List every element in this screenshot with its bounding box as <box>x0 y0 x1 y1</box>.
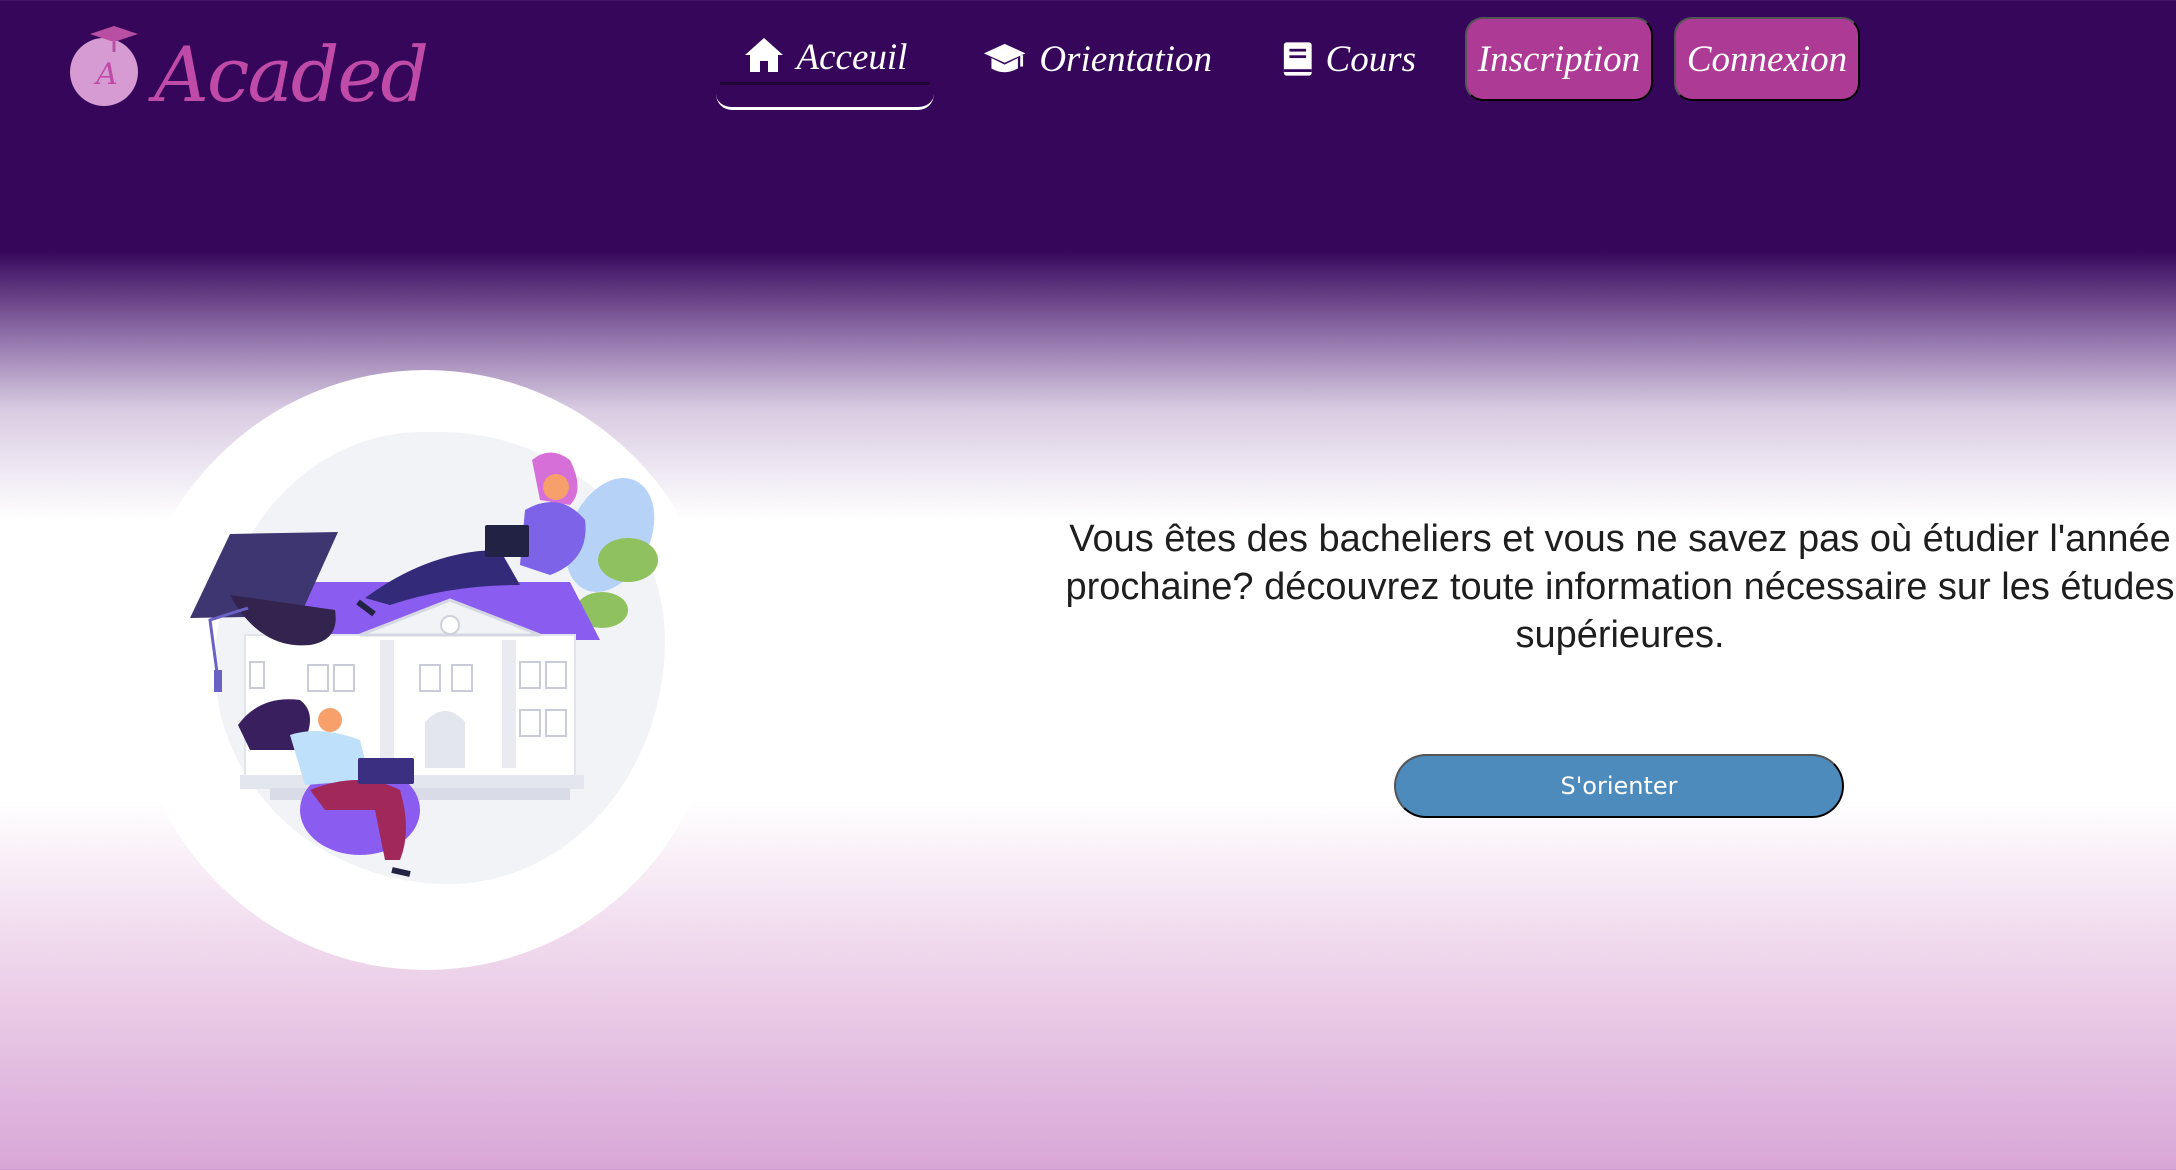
graduation-cap-icon <box>983 43 1026 73</box>
nav-item-cours[interactable]: Cours <box>1282 24 1416 94</box>
students-university-illustration <box>190 452 658 877</box>
brand-name: Acaded <box>154 30 429 119</box>
connexion-button[interactable]: Connexion <box>1674 17 1860 101</box>
nav-item-orientation[interactable]: Orientation <box>982 24 1212 94</box>
nav-item-label: Orientation <box>1039 38 1212 80</box>
nav-item-label: Cours <box>1325 38 1416 80</box>
brand-logo[interactable]: A Acaded <box>62 22 429 122</box>
nav-item-acceuil[interactable]: Acceuil <box>716 24 934 110</box>
inscription-button[interactable]: Inscription <box>1465 17 1653 101</box>
book-icon <box>1283 42 1312 76</box>
navbar: A Acaded Acceuil Orientation Cours Inscr… <box>0 0 2176 140</box>
hero-description: Vous êtes des bacheliers et vous ne save… <box>1065 518 2175 656</box>
logo-letter: A <box>93 57 118 92</box>
nav-item-label: Acceuil <box>796 37 908 78</box>
home-icon <box>744 38 783 72</box>
orient-button[interactable]: S'orienter <box>1394 754 1844 818</box>
